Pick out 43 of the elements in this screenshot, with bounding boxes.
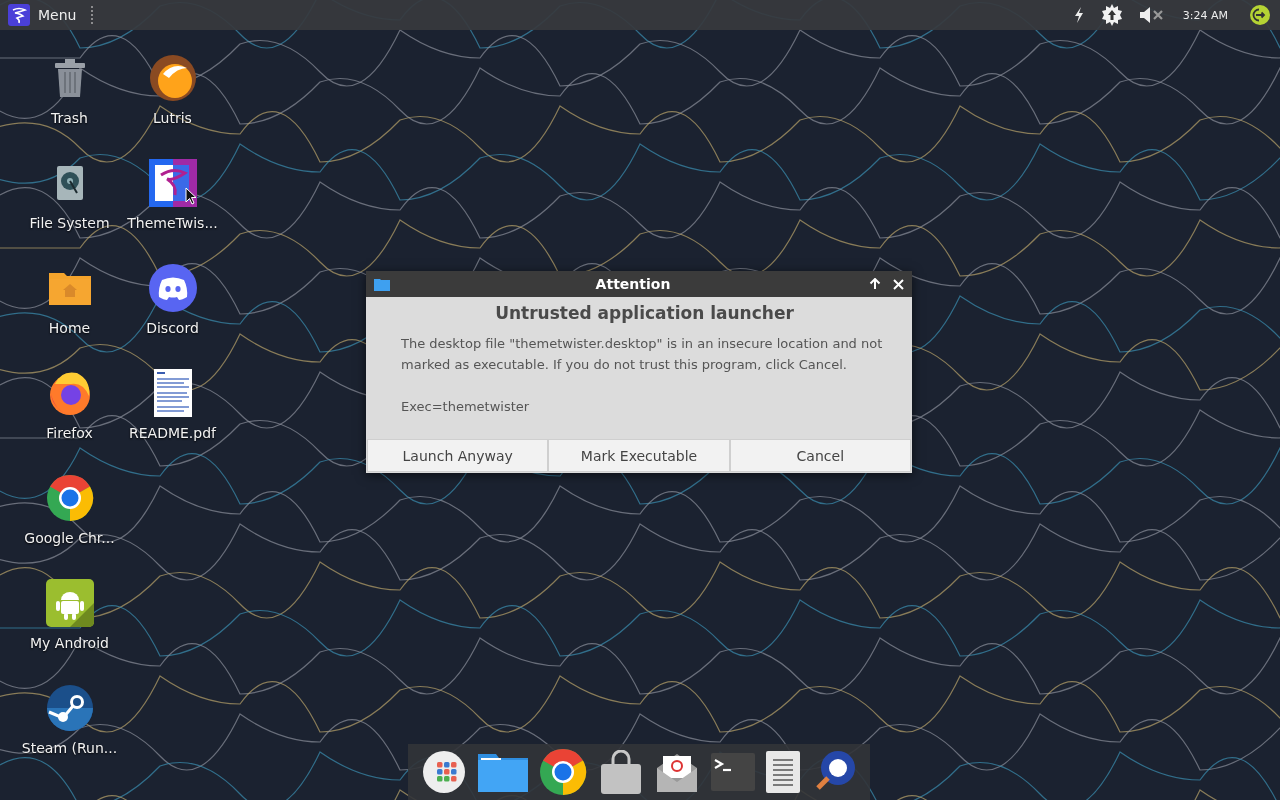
close-icon[interactable] [893,278,904,290]
icon-label[interactable]: ThemeTwis... [127,215,218,231]
swirl-logo-icon [8,4,30,26]
icon-label[interactable]: Lutris [153,110,192,126]
exec-line: Exec=themetwister [401,398,531,416]
chrome-icon[interactable] [45,474,94,522]
clock[interactable]: 3:24 AM [1182,8,1228,22]
android-robot-icon[interactable] [45,579,94,627]
dialog-button[interactable]: Mark Executable [548,439,730,472]
dialog-heading: Untrusted application launcher [494,303,795,323]
icon-label[interactable]: Firefox [46,425,93,441]
icon-label[interactable]: README.pdf [129,425,216,441]
arrow-up-icon[interactable] [869,278,881,290]
gear-arrow-icon[interactable] [1100,4,1123,26]
folder-icon[interactable] [477,752,528,792]
text-file-icon[interactable] [766,751,801,793]
steam-icon[interactable] [45,684,94,732]
swirl-app-icon[interactable] [148,159,197,207]
folder-icon [374,277,390,291]
dialog-message: The desktop file "themetwister.desktop" is in an insecure location and not marked as executable. If you do not trust this program, click Cancel. [401,335,884,374]
power-icon[interactable] [1250,5,1270,25]
icon-label[interactable]: Discord [146,320,199,336]
icon-label[interactable]: My Android [30,635,109,651]
icon-label[interactable]: Steam (Run... [21,740,118,756]
dialog-button[interactable]: Launch Anyway [367,439,549,472]
terminal-icon[interactable] [710,753,755,791]
disk-drive-icon[interactable] [54,165,85,201]
icon-label[interactable]: Home [48,320,91,336]
speaker-muted-icon[interactable] [1138,6,1165,24]
icon-label[interactable]: Google Chr... [24,530,115,546]
dialog-button[interactable]: Cancel [729,439,911,472]
app-grid-icon[interactable] [421,750,466,794]
window-title: Attention [594,276,672,292]
chrome-icon[interactable] [539,748,588,796]
document-icon[interactable] [153,369,192,417]
separator-icon [90,4,95,26]
icon-label[interactable]: Trash [51,110,88,126]
icon-label[interactable]: File System [29,215,110,231]
menu-button[interactable]: Menu [8,4,77,26]
shopping-bag-icon[interactable] [599,750,644,794]
lightning-icon[interactable] [1072,7,1085,23]
mouse-pointer-icon [184,187,197,205]
ball-icon[interactable] [148,54,197,102]
